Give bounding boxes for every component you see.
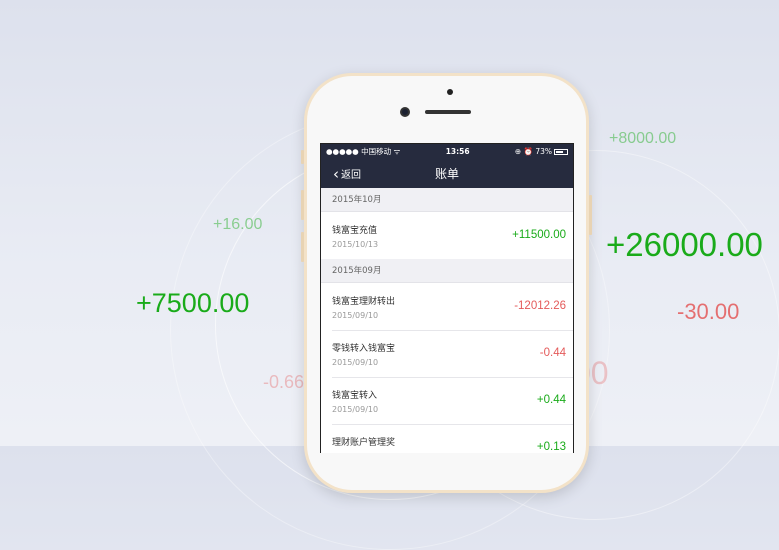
back-label: 返回 — [341, 170, 361, 181]
side-button — [301, 150, 304, 164]
float-amount: +8000.00 — [609, 130, 677, 147]
bill-amount: +11500.00 — [512, 229, 566, 241]
bill-date: 2015/10/13 — [332, 240, 379, 249]
bill-amount: -0.44 — [539, 347, 566, 359]
float-amount: +7500.00 — [136, 288, 250, 318]
speaker — [425, 110, 471, 114]
bill-amount: +0.13 — [536, 441, 566, 453]
page-title: 账单 — [434, 167, 459, 181]
bill-amount: -12012.26 — [514, 300, 566, 312]
bill-row[interactable]: 零钱转入钱富宝 2015/09/10 -0.44 — [321, 330, 573, 377]
bill-row[interactable]: 理财账户管理奖2015/09/10+0.13 — [321, 424, 573, 453]
bill-list: 2015年10月 钱富宝充值 2015/10/13 +11500.00 2015年09月… — [321, 188, 573, 453]
side-button — [301, 190, 304, 220]
side-button — [589, 195, 592, 235]
float-amount: +26000.00 — [606, 226, 763, 263]
bill-amount: +0.44 — [536, 394, 566, 406]
wifi-icon: ᯤ — [393, 147, 401, 156]
bill-date: 2015/09/10 — [332, 311, 379, 320]
carrier: ●●●●● 中国移动 — [326, 147, 392, 156]
bill-date: 2015/09/10 — [332, 405, 379, 414]
section-header: 2015年10月 — [321, 188, 573, 212]
float-amount: -0.66 — [263, 372, 305, 392]
status-right: ⊕ ⏰ 73% — [514, 147, 552, 156]
chevron-left-icon: ‹ — [333, 164, 339, 183]
side-button — [301, 232, 304, 262]
bill-row[interactable]: 钱富宝充值 2015/10/13 +11500.00 — [321, 212, 573, 259]
bill-name: 零钱转入钱富宝 — [332, 344, 396, 354]
front-camera — [400, 107, 410, 117]
app-screen: ●●●●● 中国移动 ᯤ 13:56 ⊕ ⏰ 73% ‹ 返回 账单 2015年1… — [320, 143, 574, 453]
sensor — [447, 89, 453, 95]
float-amount: +16.00 — [213, 216, 263, 233]
bill-row[interactable]: 钱富宝转入 2015/09/10 +0.44 — [321, 377, 573, 424]
section-header: 2015年09月 — [321, 259, 573, 283]
battery-icon — [553, 148, 568, 155]
bill-row[interactable]: 钱富宝理财转出 2015/09/10 -12012.26 — [321, 283, 573, 330]
bill-date: 2015/09/10 — [332, 358, 379, 367]
nav-bar: ‹ 返回 账单 — [321, 159, 573, 188]
back-button[interactable]: ‹ 返回 — [333, 166, 361, 181]
clock: 13:56 — [445, 147, 470, 156]
float-amount: -30.00 — [677, 299, 740, 324]
status-bar: ●●●●● 中国移动 ᯤ 13:56 ⊕ ⏰ 73% — [321, 144, 573, 159]
